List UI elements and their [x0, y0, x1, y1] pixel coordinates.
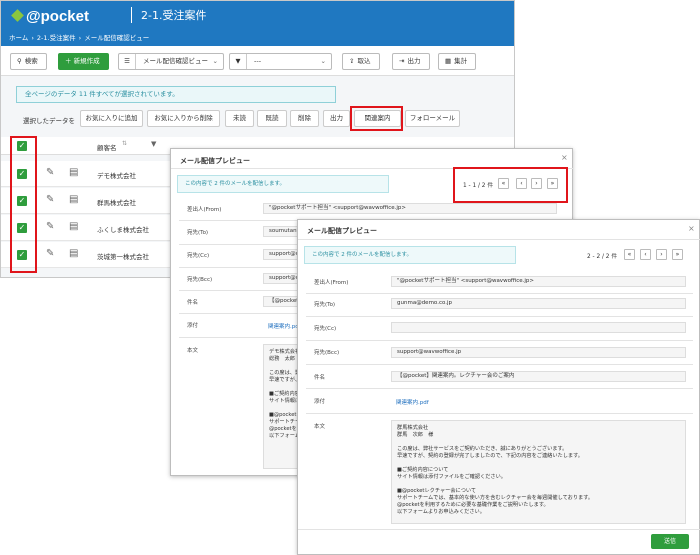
- chevron-down-icon: ⌄: [212, 57, 218, 65]
- new-record-button[interactable]: ＋ 新規作成: [58, 53, 109, 70]
- header-divider: [131, 7, 132, 23]
- highlight-box: [350, 106, 403, 131]
- follow-mail-button[interactable]: フォローメール: [405, 110, 460, 127]
- divider: [298, 239, 700, 240]
- cc-field: [391, 322, 686, 333]
- cc-label: 宛先(Cc): [187, 253, 210, 259]
- document-icon[interactable]: ▤: [69, 194, 78, 205]
- last-page-button[interactable]: »: [672, 249, 683, 260]
- customer-name: デモ株式会社: [97, 172, 136, 180]
- attachment-link[interactable]: 関連案内.pdf: [396, 398, 429, 406]
- breadcrumb-separator: ›: [31, 34, 34, 42]
- subject-label: 件名: [314, 375, 326, 381]
- divider: [306, 364, 693, 365]
- edit-icon[interactable]: ✎: [46, 194, 54, 205]
- search-button[interactable]: ⚲ 検索: [10, 53, 47, 70]
- grid-icon: ▦: [445, 57, 452, 65]
- bcc-label: 宛先(Bcc): [187, 277, 213, 283]
- customer-name: 群馬株式会社: [97, 199, 136, 207]
- app-header: @pocket 2-1.受注案件 ホーム › 2-1.受注案件 › メール配信確認ビュー: [1, 1, 514, 46]
- bcc-field: support@wavwoffice.jp: [391, 347, 686, 358]
- dialog-info: この内容で 2 件のメールを配信します。: [177, 175, 389, 193]
- highlight-box: [453, 167, 568, 203]
- from-label: 差出人(From): [314, 280, 349, 286]
- from-field: "@pocketサポート担当" <support@wavwoffice.jp>: [391, 276, 686, 287]
- bcc-label: 宛先(Bcc): [314, 350, 340, 356]
- divider: [306, 340, 693, 341]
- first-page-button[interactable]: «: [624, 249, 635, 260]
- chevron-down-icon: ⌄: [320, 57, 326, 65]
- customer-name: 茨城第一株式会社: [97, 253, 149, 261]
- divider: [306, 388, 693, 389]
- mail-preview-dialog: メール配信プレビュー × この内容で 2 件のメールを配信します。 2 - 2 …: [297, 219, 700, 555]
- breadcrumb: ホーム › 2-1.受注案件 › メール配信確認ビュー: [9, 32, 152, 42]
- import-button[interactable]: ⇪ 取込: [342, 53, 380, 70]
- mark-read-button[interactable]: 既読: [257, 110, 287, 127]
- subject-label: 件名: [187, 300, 199, 306]
- subject-field: 【@pocket】関連案内。レクチャー会のご案内: [391, 371, 686, 382]
- action-label: 選択したデータを: [23, 117, 75, 125]
- add-favorite-button[interactable]: お気に入りに追加: [80, 110, 143, 127]
- customer-name: ふくしま株式会社: [97, 226, 149, 234]
- divider: [306, 316, 693, 317]
- search-icon: ⚲: [17, 57, 22, 65]
- export-button[interactable]: ⇥ 出力: [392, 53, 430, 70]
- page-title: 2-1.受注案件: [141, 9, 207, 22]
- body-label: 本文: [314, 424, 326, 430]
- from-label: 差出人(From): [187, 207, 222, 213]
- breadcrumb-orders[interactable]: 2-1.受注案件: [37, 34, 76, 42]
- body-label: 本文: [187, 348, 199, 354]
- mark-unread-button[interactable]: 未読: [225, 110, 254, 127]
- filter-icon[interactable]: ▼: [151, 140, 156, 148]
- filter-icon: ▼: [230, 54, 247, 69]
- close-icon[interactable]: ×: [561, 153, 568, 162]
- send-button[interactable]: 送信: [651, 534, 689, 549]
- to-field: gunma@demo.co.jp: [391, 298, 686, 309]
- body-field: 群馬株式会社 群馬 次郎 様 この度は、弊社サービスをご契約いただき、誠にありが…: [391, 420, 686, 524]
- divider: [298, 529, 700, 530]
- filter-select[interactable]: ▼ --- ⌄: [229, 53, 332, 70]
- attachment-label: 添付: [187, 323, 199, 329]
- edit-icon[interactable]: ✎: [46, 167, 54, 178]
- to-label: 宛先(To): [314, 302, 336, 308]
- dialog-title: メール配信プレビュー: [307, 227, 377, 235]
- divider: [306, 413, 693, 414]
- dialog-title: メール配信プレビュー: [180, 157, 250, 165]
- attachment-label: 添付: [314, 399, 326, 405]
- remove-favorite-button[interactable]: お気に入りから削除: [147, 110, 220, 127]
- pager-count: 2 - 2 / 2 件: [587, 254, 618, 260]
- from-field: "@pocketサポート担当" <support@wavwoffice.jp>: [263, 203, 557, 214]
- toolbar: ⚲ 検索 ＋ 新規作成 ☰ メール配信確認ビュー ⌄ ▼ --- ⌄ ⇪ 取込 ⇥ 出力 ▦ 集…: [1, 46, 514, 76]
- view-select[interactable]: ☰ メール配信確認ビュー ⌄: [118, 53, 224, 70]
- list-icon: ☰: [119, 54, 136, 69]
- output-button[interactable]: 出力: [323, 110, 350, 127]
- prev-page-button[interactable]: ‹: [640, 249, 651, 260]
- to-label: 宛先(To): [187, 230, 209, 236]
- upload-icon: ⇪: [349, 57, 355, 65]
- app-logo[interactable]: @pocket: [11, 8, 89, 25]
- breadcrumb-current: メール配信確認ビュー: [84, 34, 150, 42]
- dialog-info: この内容で 2 件のメールを配信します。: [304, 246, 516, 264]
- divider: [306, 293, 693, 294]
- column-header-customer[interactable]: 顧客名: [97, 142, 117, 152]
- cc-label: 宛先(Cc): [314, 326, 337, 332]
- logo-icon: [11, 8, 24, 22]
- edit-icon[interactable]: ✎: [46, 248, 54, 259]
- sort-icon: ⇅: [122, 140, 128, 147]
- breadcrumb-separator: ›: [78, 34, 82, 42]
- breadcrumb-home[interactable]: ホーム: [9, 34, 28, 42]
- highlight-box: [10, 136, 37, 273]
- document-icon[interactable]: ▤: [69, 221, 78, 232]
- document-icon[interactable]: ▤: [69, 167, 78, 178]
- close-icon[interactable]: ×: [688, 224, 695, 233]
- selection-notice: 全ページのデータ 11 件すべてが選択されています。: [16, 86, 336, 103]
- export-icon: ⇥: [399, 57, 405, 65]
- edit-icon[interactable]: ✎: [46, 221, 54, 232]
- delete-button[interactable]: 削除: [290, 110, 319, 127]
- aggregate-button[interactable]: ▦ 集計: [438, 53, 476, 70]
- document-icon[interactable]: ▤: [69, 248, 78, 259]
- attachment-link[interactable]: 関連案内.pd: [268, 322, 299, 330]
- next-page-button[interactable]: ›: [656, 249, 667, 260]
